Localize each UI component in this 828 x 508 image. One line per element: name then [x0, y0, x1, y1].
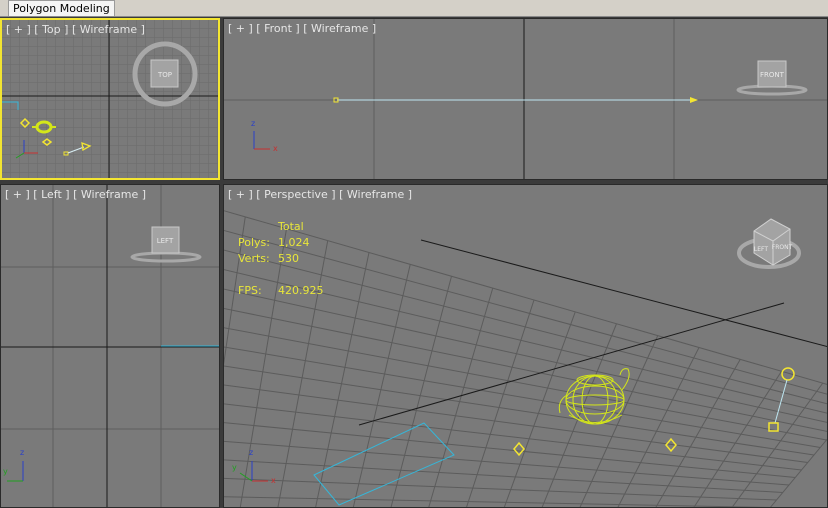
viewport-top[interactable]: TOP [ + ] [ Top ] [ Wireframe ]: [0, 18, 220, 180]
top-view-menu[interactable]: [ Top ]: [34, 23, 68, 36]
persp-axis-x: x: [271, 476, 276, 485]
top-shading-menu[interactable]: [ Wireframe ]: [72, 23, 145, 36]
scene-statistics: Total Polys: 1,024 Verts: 530 FPS: 420.925: [238, 219, 324, 299]
left-viewcube-face[interactable]: LEFT: [157, 237, 174, 245]
left-axis-z: z: [20, 448, 24, 457]
persp-view-menu[interactable]: [ Perspective ]: [256, 188, 335, 201]
front-grid: FRONT z x: [224, 19, 827, 179]
stats-fps-value: 420.925: [278, 284, 324, 297]
persp-axis-z: z: [249, 448, 253, 457]
top-viewcube-face[interactable]: TOP: [157, 71, 172, 79]
front-view-menu[interactable]: [ Front ]: [256, 22, 299, 35]
front-shading-menu[interactable]: [ Wireframe ]: [303, 22, 376, 35]
viewport-perspective-label[interactable]: [ + ] [ Perspective ] [ Wireframe ]: [228, 188, 412, 201]
viewport-perspective[interactable]: LEFT FRONT z x y [ + ] [ Perspective ] […: [223, 184, 828, 508]
stats-fps-label: FPS:: [238, 284, 262, 297]
viewport-left-label[interactable]: [ + ] [ Left ] [ Wireframe ]: [5, 188, 146, 201]
persp-shading-menu[interactable]: [ Wireframe ]: [339, 188, 412, 201]
top-grid: TOP: [2, 20, 218, 178]
front-axis-z: z: [251, 119, 255, 128]
front-axis-x: x: [273, 144, 278, 153]
left-axis-y: y: [3, 467, 8, 476]
viewport-left[interactable]: LEFT z y [ + ] [ Left ] [ Wireframe ]: [0, 184, 220, 508]
viewport-front-label[interactable]: [ + ] [ Front ] [ Wireframe ]: [228, 22, 376, 35]
left-view-menu[interactable]: [ Left ]: [33, 188, 69, 201]
stats-polys-label: Polys:: [238, 236, 270, 249]
left-shading-menu[interactable]: [ Wireframe ]: [73, 188, 146, 201]
left-plus-menu[interactable]: [ + ]: [5, 188, 30, 201]
viewport-front[interactable]: FRONT z x [ + ] [ Front ] [ Wireframe ]: [223, 18, 828, 180]
viewport-top-label[interactable]: [ + ] [ Top ] [ Wireframe ]: [6, 23, 145, 36]
ribbon-bar: Polygon Modeling: [0, 0, 828, 17]
stats-verts-value: 530: [278, 252, 299, 265]
persp-viewcube-left[interactable]: LEFT: [754, 246, 768, 253]
stats-verts-label: Verts:: [238, 252, 270, 265]
tab-polygon-modeling[interactable]: Polygon Modeling: [8, 0, 115, 16]
persp-viewcube-front[interactable]: FRONT: [772, 244, 793, 251]
front-plus-menu[interactable]: [ + ]: [228, 22, 253, 35]
stats-polys-value: 1,024: [278, 236, 310, 249]
left-grid: LEFT z y: [1, 185, 219, 507]
persp-plus-menu[interactable]: [ + ]: [228, 188, 253, 201]
stats-header: Total: [278, 220, 304, 233]
top-plus-menu[interactable]: [ + ]: [6, 23, 31, 36]
front-viewcube-face[interactable]: FRONT: [760, 71, 785, 79]
persp-axis-y: y: [232, 463, 237, 472]
